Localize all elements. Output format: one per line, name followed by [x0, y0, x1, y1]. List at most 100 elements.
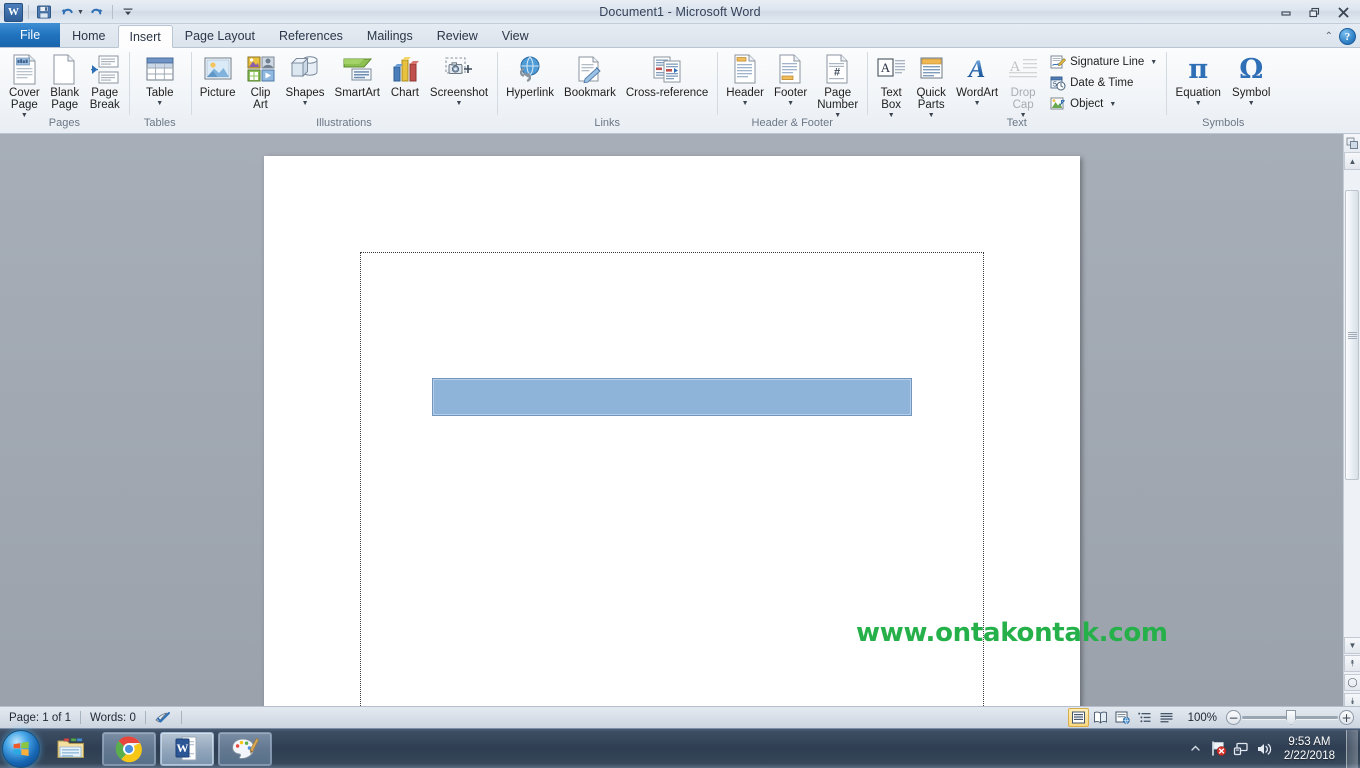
shapes-dropdown-caret[interactable]: ▼	[302, 100, 309, 107]
cross-reference-label: Cross-reference	[625, 87, 709, 99]
taskbar-microsoft-word[interactable]: W	[160, 731, 214, 766]
chevron-up-icon[interactable]	[1185, 737, 1206, 761]
date-time-button[interactable]: 5 Date & Time	[1045, 73, 1162, 94]
hyperlink-button[interactable]: Hyperlink	[501, 50, 559, 102]
help-icon[interactable]: ?	[1339, 28, 1356, 45]
hyperlink-label: Hyperlink	[506, 87, 555, 99]
blank-page-button[interactable]: Blank Page	[45, 50, 85, 114]
document-page[interactable]: www.ontakontak.com	[264, 156, 1168, 710]
vertical-scrollbar[interactable]: ▲ ▼ ⯭ ◯ ⯯	[1343, 134, 1360, 710]
date-time-icon: 5	[1050, 76, 1066, 91]
signature-line-button[interactable]: Signature Line ▼	[1045, 52, 1162, 73]
equation-button[interactable]: π Equation ▼	[1170, 50, 1226, 110]
cover-page-button[interactable]: Cover Page ▼	[4, 50, 45, 122]
shapes-button[interactable]: Shapes ▼	[281, 50, 330, 110]
taskbar-google-chrome[interactable]	[102, 731, 156, 766]
scroll-down-icon[interactable]: ▼	[1344, 637, 1360, 654]
quick-parts-button[interactable]: Quick Parts ▼	[911, 50, 951, 122]
print-layout-icon[interactable]	[1067, 708, 1089, 727]
page-indicator[interactable]: Page: 1 of 1	[0, 707, 80, 729]
screenshot-dropdown-caret[interactable]: ▼	[456, 100, 463, 107]
previous-page-icon[interactable]: ⯭	[1344, 655, 1360, 672]
view-ruler-icon[interactable]	[1344, 134, 1360, 153]
tab-references[interactable]: References	[267, 24, 355, 47]
tab-insert[interactable]: Insert	[117, 25, 173, 48]
page-number-button[interactable]: # Page Number ▼	[812, 50, 863, 122]
tab-review[interactable]: Review	[425, 24, 490, 47]
cross-reference-button[interactable]: Cross-reference	[621, 50, 713, 102]
taskbar-paint[interactable]	[218, 731, 272, 766]
symbol-button[interactable]: Ω Symbol ▼	[1226, 50, 1276, 110]
bookmark-icon	[576, 53, 603, 85]
document-canvas[interactable]: www.ontakontak.com	[0, 134, 1360, 710]
wordart-label: WordArt	[956, 87, 999, 99]
symbol-icon: Ω	[1239, 53, 1263, 85]
outline-icon[interactable]	[1134, 708, 1155, 727]
tab-file[interactable]: File	[0, 23, 61, 47]
tab-mailings[interactable]: Mailings	[355, 24, 425, 47]
start-orb[interactable]	[2, 729, 40, 768]
header-label: Header	[726, 87, 764, 99]
ribbon-group-illustrations: Picture Clip Art Shapes ▼ SmartArt Chart…	[190, 48, 497, 133]
full-screen-reading-icon[interactable]	[1090, 708, 1111, 727]
drop-cap-button[interactable]: A Drop Cap ▼	[1003, 50, 1043, 122]
network-icon[interactable]	[1231, 737, 1252, 761]
zoom-slider[interactable]	[1242, 709, 1338, 727]
tab-view[interactable]: View	[490, 24, 541, 47]
draft-icon[interactable]	[1156, 708, 1177, 727]
text-box-button[interactable]: A Text Box ▼	[871, 50, 911, 122]
screenshot-label: Screenshot	[429, 87, 489, 99]
group-label-text: Text	[1006, 117, 1027, 129]
wordart-dropdown-caret[interactable]: ▼	[974, 100, 981, 107]
zoom-in-button[interactable]: +	[1339, 710, 1354, 725]
watermark-text: www.ontakontak.com	[856, 618, 1168, 648]
object-dropdown-caret[interactable]: ▼	[1109, 101, 1116, 108]
screenshot-button[interactable]: Screenshot ▼	[425, 50, 493, 110]
taskbar-windows-explorer[interactable]	[44, 732, 98, 766]
windows-taskbar: W 9:53 AM 2/22/2018	[0, 728, 1360, 768]
footer-icon	[778, 53, 803, 85]
clip-art-button[interactable]: Clip Art	[241, 50, 281, 114]
close-button[interactable]	[1329, 2, 1358, 22]
show-desktop-button[interactable]	[1346, 729, 1358, 768]
chart-icon	[391, 53, 419, 85]
flag-error-icon[interactable]	[1208, 737, 1229, 761]
taskbar-clock[interactable]: 9:53 AM 2/22/2018	[1277, 729, 1342, 768]
symbol-dropdown-caret[interactable]: ▼	[1248, 100, 1255, 107]
zoom-level[interactable]: 100%	[1178, 712, 1225, 724]
web-layout-icon[interactable]	[1112, 708, 1133, 727]
wordart-button[interactable]: A WordArt ▼	[951, 50, 1003, 110]
signature-line-dropdown-caret[interactable]: ▼	[1150, 59, 1157, 66]
page-break-button[interactable]: Page Break	[85, 50, 125, 114]
bookmark-button[interactable]: Bookmark	[559, 50, 621, 102]
rectangle-shape[interactable]	[432, 378, 912, 416]
header-button[interactable]: Header ▼	[721, 50, 769, 110]
table-button[interactable]: Table ▼	[133, 50, 187, 110]
minimize-button[interactable]	[1271, 2, 1300, 22]
scrollbar-thumb[interactable]	[1345, 190, 1359, 480]
chart-button[interactable]: Chart	[385, 50, 425, 102]
zoom-slider-thumb[interactable]	[1286, 710, 1296, 725]
header-dropdown-caret[interactable]: ▼	[742, 100, 749, 107]
restore-button[interactable]	[1300, 2, 1329, 22]
clip-art-label: Clip Art	[250, 87, 271, 111]
screenshot-icon	[444, 53, 475, 85]
footer-button[interactable]: Footer ▼	[769, 50, 812, 110]
object-button[interactable]: Object ▼	[1045, 94, 1162, 115]
zoom-out-button[interactable]: −	[1226, 710, 1241, 725]
tab-home[interactable]: Home	[60, 24, 117, 47]
volume-icon[interactable]	[1254, 737, 1275, 761]
table-dropdown-caret[interactable]: ▼	[156, 100, 163, 107]
smartart-button[interactable]: SmartArt	[330, 50, 385, 102]
equation-dropdown-caret[interactable]: ▼	[1195, 100, 1202, 107]
scroll-up-icon[interactable]: ▲	[1344, 153, 1360, 170]
select-browse-object-icon[interactable]: ◯	[1344, 674, 1360, 691]
picture-button[interactable]: Picture	[195, 50, 241, 102]
footer-dropdown-caret[interactable]: ▼	[787, 100, 794, 107]
minimize-ribbon-icon[interactable]: ⌃	[1325, 31, 1333, 42]
tab-view-label: View	[501, 29, 529, 43]
proofing-errors-icon[interactable]	[146, 707, 181, 729]
word-count[interactable]: Words: 0	[81, 707, 145, 729]
tab-page-layout[interactable]: Page Layout	[173, 24, 267, 47]
svg-text:5: 5	[1053, 82, 1057, 89]
